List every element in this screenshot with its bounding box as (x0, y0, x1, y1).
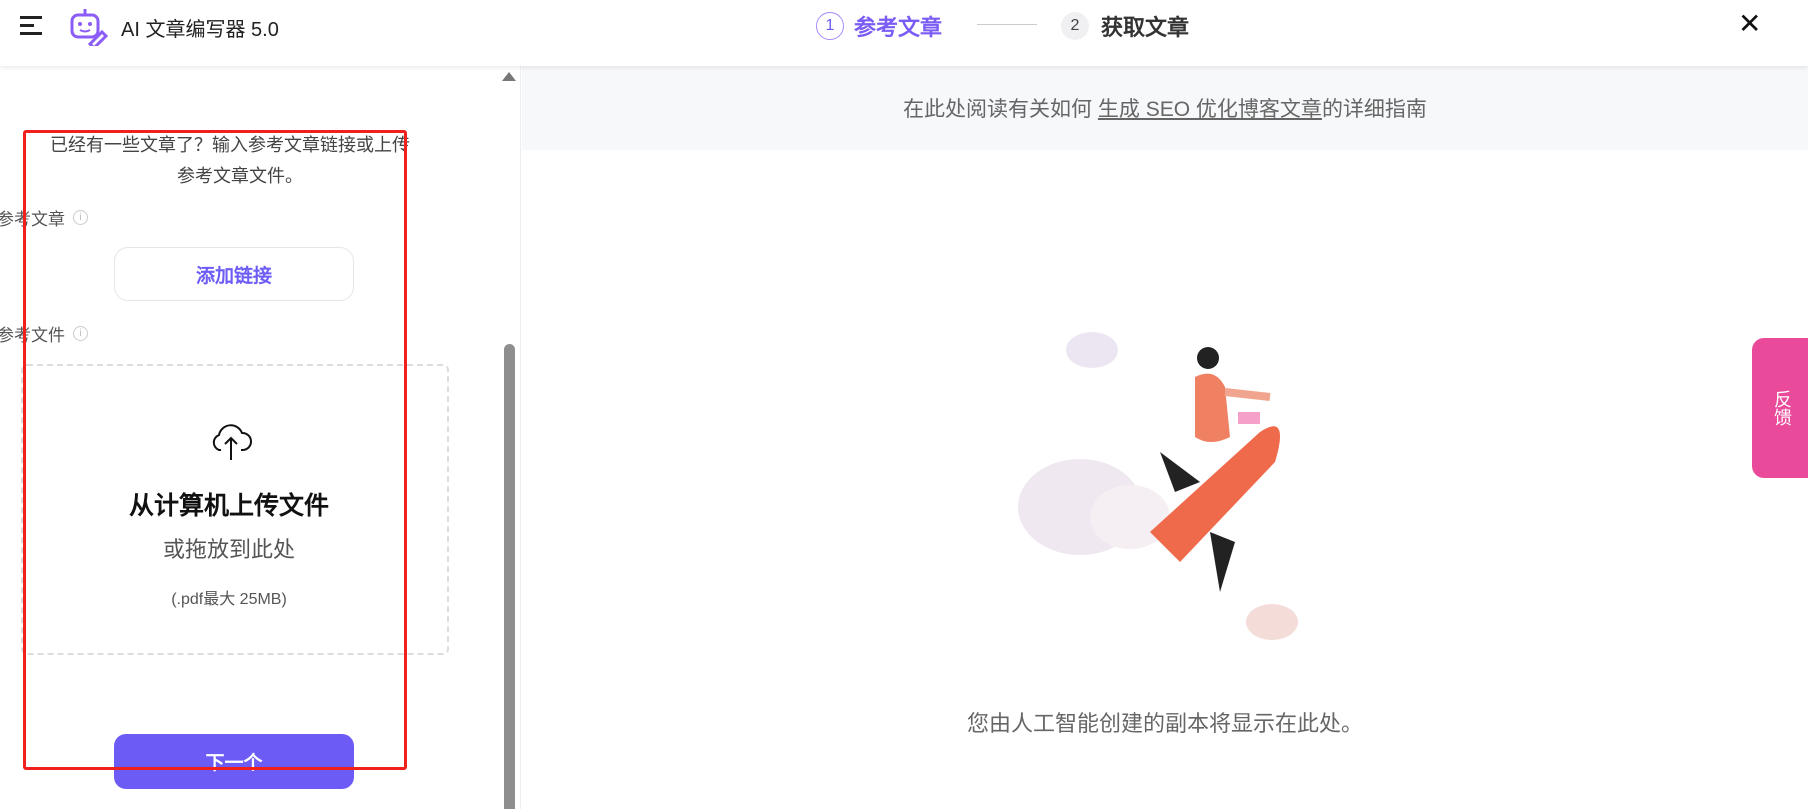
feedback-label: 反馈 (1772, 390, 1792, 426)
step-connector (977, 24, 1037, 25)
reference-panel: 已经有一些文章了？输入参考文章链接或上传 参考文章文件。 参考文章 i 添加链接… (0, 66, 521, 809)
step-1[interactable]: 1 参考文章 (816, 10, 942, 42)
scroll-up-arrow[interactable] (502, 72, 516, 81)
app-title: AI 文章编写器 5.0 (121, 19, 279, 41)
close-icon[interactable]: ✕ (1738, 10, 1762, 38)
step-1-number: 1 (816, 12, 844, 40)
step-2-label: 获取文章 (1101, 15, 1190, 40)
rocket-illustration (1000, 332, 1330, 667)
guide-prefix: 在此处阅读有关如何 (903, 98, 1098, 121)
guide-link[interactable]: 生成 SEO 优化博客文章 (1098, 93, 1322, 123)
robot-pen-logo-icon (68, 6, 109, 51)
guide-suffix: 的详细指南 (1321, 98, 1427, 121)
output-panel: 在此处阅读有关如何 生成 SEO 优化博客文章 的详细指南 您由人工智能创建的副… (522, 66, 1808, 809)
top-bar: AI 文章编写器 5.0 1 参考文章 2 获取文章 ✕ (0, 0, 1808, 66)
feedback-tab[interactable]: 反馈 (1752, 338, 1808, 478)
step-2[interactable]: 2 获取文章 (1061, 10, 1189, 42)
highlight-box (23, 130, 407, 770)
step-1-label: 参考文章 (854, 15, 943, 40)
empty-state-caption: 您由人工智能创建的副本将显示在此处。 (966, 711, 1363, 736)
menu-icon[interactable] (20, 14, 44, 36)
guide-banner: 在此处阅读有关如何 生成 SEO 优化博客文章 的详细指南 (522, 66, 1808, 150)
step-2-number: 2 (1061, 12, 1089, 40)
scrollbar-thumb[interactable] (504, 344, 515, 809)
